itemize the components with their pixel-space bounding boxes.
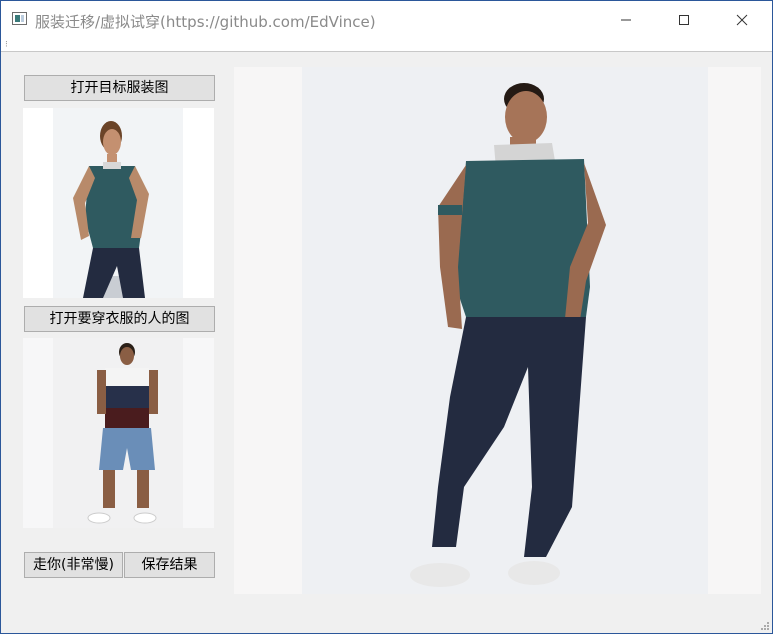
result-photo [234, 67, 761, 594]
close-button[interactable] [713, 1, 771, 39]
open-target-clothing-button[interactable]: 打开目标服装图 [24, 75, 215, 101]
close-icon [736, 14, 748, 26]
maximize-icon [679, 15, 689, 25]
app-window-icon [12, 12, 27, 25]
resize-grip-icon[interactable] [760, 621, 770, 631]
save-result-button[interactable]: 保存结果 [124, 552, 215, 578]
app-window: 服装迁移/虚拟试穿(https://github.com/EdVince) ⁝ … [0, 0, 773, 634]
target-clothing-image [23, 108, 214, 298]
maximize-button[interactable] [655, 1, 713, 39]
result-image [234, 67, 761, 594]
person-photo [23, 338, 214, 528]
toolbar-strip: ⁝ [1, 39, 772, 52]
window-title: 服装迁移/虚拟试穿(https://github.com/EdVince) [35, 13, 376, 31]
open-person-button[interactable]: 打开要穿衣服的人的图 [24, 306, 215, 332]
minimize-icon [621, 19, 631, 21]
toolbar-grip-icon[interactable]: ⁝ [5, 40, 8, 50]
minimize-button[interactable] [597, 1, 655, 39]
title-bar: 服装迁移/虚拟试穿(https://github.com/EdVince) [1, 1, 772, 39]
run-button[interactable]: 走你(非常慢) [24, 552, 123, 578]
person-image [23, 338, 214, 528]
target-clothing-photo [23, 108, 214, 298]
